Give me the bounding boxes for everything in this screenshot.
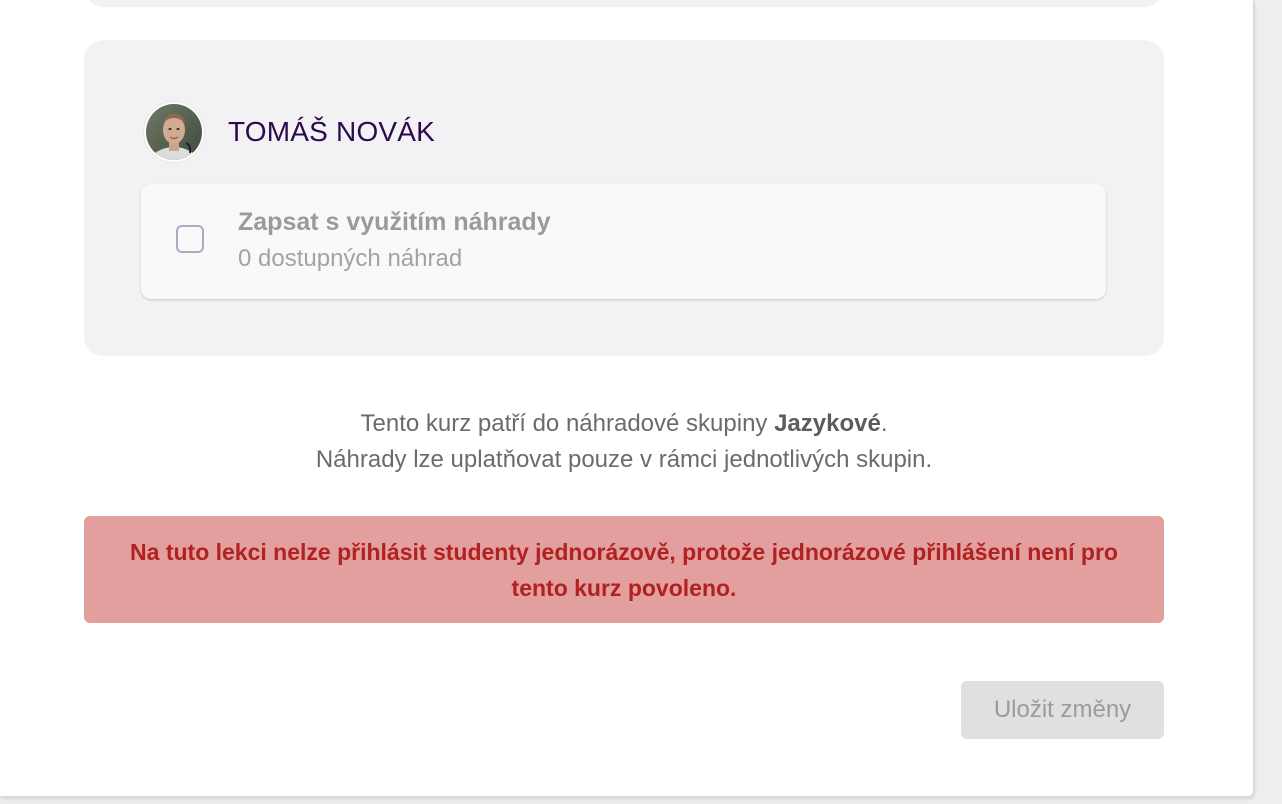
replacement-group-name: Jazykové: [774, 410, 881, 437]
previous-student-card: [84, 0, 1164, 7]
available-replacements-count: 0 dostupných náhrad: [238, 245, 463, 272]
student-header: TOMÁŠ NOVÁK: [144, 100, 435, 164]
student-card: TOMÁŠ NOVÁK Zapsat s využitím náhrady 0 …: [84, 40, 1164, 356]
info-line-1-prefix: Tento kurz patří do náhradové skupiny: [360, 410, 775, 437]
info-line-1: Tento kurz patří do náhradové skupiny Ja…: [84, 406, 1164, 442]
student-name: TOMÁŠ NOVÁK: [228, 116, 436, 147]
info-line-1-suffix: .: [880, 410, 888, 437]
avatar: [144, 102, 204, 162]
error-alert: Na tuto lekci nelze přihlásit studenty j…: [84, 516, 1164, 623]
replacement-group-info: Tento kurz patří do náhradové skupiny Ja…: [84, 406, 1164, 478]
replacement-option-title: Zapsat s využitím náhrady: [238, 208, 551, 236]
main-panel: TOMÁŠ NOVÁK Zapsat s využitím náhrady 0 …: [0, 0, 1254, 797]
person-photo-icon: [146, 104, 202, 160]
replacement-option[interactable]: Zapsat s využitím náhrady 0 dostupných n…: [141, 184, 1106, 299]
replacement-checkbox[interactable]: [176, 225, 204, 253]
info-line-2: Náhrady lze uplatňovat pouze v rámci jed…: [315, 446, 933, 473]
error-alert-message: Na tuto lekci nelze přihlásit studenty j…: [130, 538, 1118, 601]
save-changes-button[interactable]: Uložit změny: [961, 681, 1164, 739]
